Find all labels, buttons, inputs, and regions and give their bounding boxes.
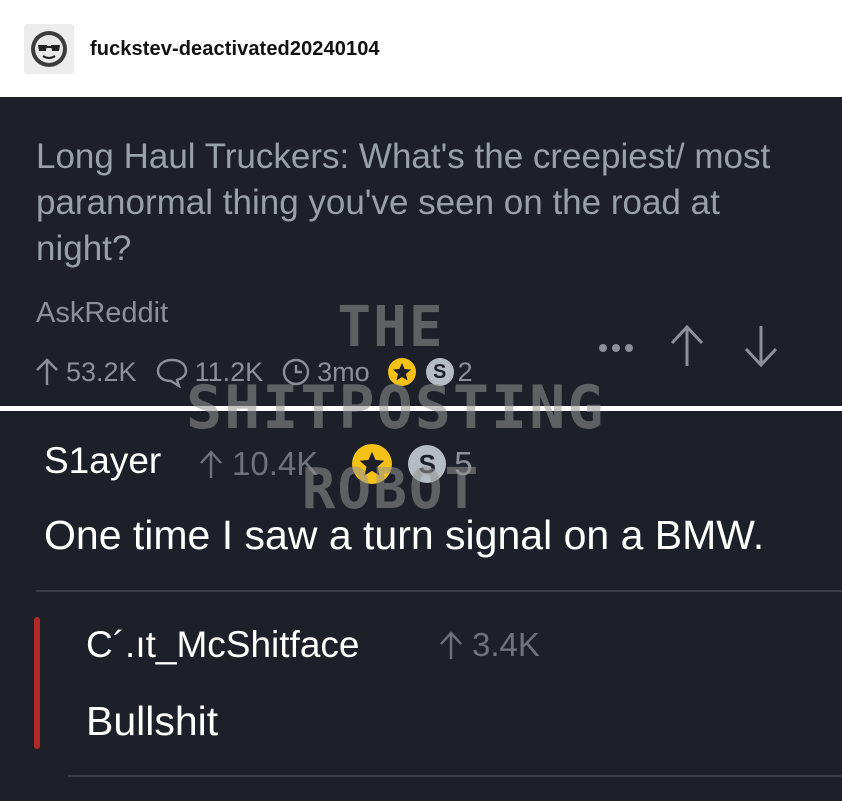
post-age: 3mo [317,356,370,387]
reply-thread-line[interactable] [34,617,40,749]
reply-username[interactable]: C´.ıt_McShitface [86,624,359,666]
tumblr-post-header: fuckstev-deactivated20240104 [0,0,842,97]
comment-divider [36,590,842,592]
blog-avatar[interactable] [24,24,74,74]
gold-award-icon [387,358,416,386]
silver-award-icon: S [408,445,447,483]
post-silver-count: 2 [457,356,473,387]
downvote-button-icon[interactable] [741,322,781,370]
comment-username[interactable]: S1ayer [44,440,161,482]
comment-bubble-icon [156,358,187,388]
more-dots-icon[interactable] [595,326,641,366]
reply-divider [68,775,842,777]
upvote-count-icon [440,631,462,659]
post-title[interactable]: Long Haul Truckers: What's the creepiest… [36,134,796,272]
comment-upvote-count: 10.4K [232,445,319,482]
reply-upvote-count: 3.4K [472,626,540,663]
sunglasses-face-icon [31,31,67,67]
clock-icon [282,358,310,386]
reply-meta: 3.4K [438,626,540,664]
post-stats-row: 53.2K 11.2K 3mo S 2 [34,354,473,390]
post-actions [595,322,781,370]
blog-name-link[interactable]: fuckstev-deactivated20240104 [90,38,380,61]
comment-meta: 10.4K S 5 [198,444,473,484]
silver-award-icon: S [425,358,454,386]
upvote-count-icon [36,358,58,385]
subreddit-label[interactable]: AskReddit [36,297,168,330]
post-upvote-count: 53.2K [66,356,137,387]
comment-body: One time I saw a turn signal on a BMW. [44,512,765,558]
upvote-count-icon [200,450,222,478]
post-comment-count: 11.2K [194,356,264,387]
gold-award-icon [352,444,393,484]
upvote-button-icon[interactable] [667,322,707,370]
reply-body: Bullshit [86,698,219,744]
comment-silver-count: 5 [454,445,473,482]
